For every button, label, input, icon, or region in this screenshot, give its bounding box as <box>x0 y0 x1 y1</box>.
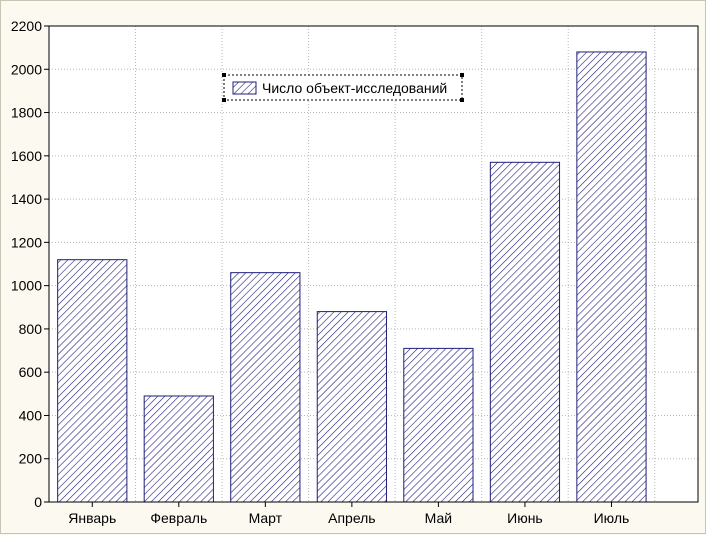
y-tick-label: 1800 <box>11 105 42 121</box>
selection-handle[interactable] <box>222 73 226 77</box>
y-tick-label: 2200 <box>11 18 42 34</box>
y-tick-label: 600 <box>19 364 43 380</box>
legend[interactable]: Число объект-исследований <box>222 73 464 102</box>
selection-handle[interactable] <box>460 73 464 77</box>
y-tick-label: 1200 <box>11 234 42 250</box>
selection-handle[interactable] <box>460 98 464 102</box>
x-tick-label: Март <box>249 510 283 526</box>
y-tick-label: 0 <box>34 494 42 510</box>
y-tick-label: 800 <box>19 321 43 337</box>
bar <box>489 161 561 503</box>
bar-chart: 0 200 400 600 800 1000 1200 1400 1600 1800 2000 220… <box>11 18 699 526</box>
chart-window: 0 200 400 600 800 1000 1200 1400 1600 1800 2000 220… <box>0 0 706 534</box>
y-tick-label: 2000 <box>11 61 42 77</box>
y-tick-label: 1000 <box>11 278 42 294</box>
x-tick-label: Июль <box>594 510 630 526</box>
x-tick-label: Январь <box>68 510 116 526</box>
y-tick-label: 200 <box>19 451 43 467</box>
x-axis-ticks: Январь Февраль Март Апрель Май Июнь Июль <box>68 502 629 526</box>
x-tick-label: Июнь <box>507 510 543 526</box>
bar <box>57 259 128 503</box>
x-tick-label: Май <box>425 510 452 526</box>
bar <box>230 272 301 503</box>
y-tick-label: 1600 <box>11 148 42 164</box>
legend-swatch <box>232 81 257 95</box>
y-tick-label: 1400 <box>11 191 42 207</box>
y-tick-label: 400 <box>19 407 43 423</box>
x-tick-label: Февраль <box>150 510 207 526</box>
legend-label: Число объект-исследований <box>262 80 447 96</box>
bar <box>576 51 647 503</box>
bar <box>316 311 387 503</box>
selection-handle[interactable] <box>222 98 226 102</box>
y-axis-ticks: 0 200 400 600 800 1000 1200 1400 1600 1800 2000 220… <box>11 18 49 510</box>
bar <box>403 347 474 503</box>
bar <box>143 395 214 503</box>
x-tick-label: Апрель <box>328 510 376 526</box>
